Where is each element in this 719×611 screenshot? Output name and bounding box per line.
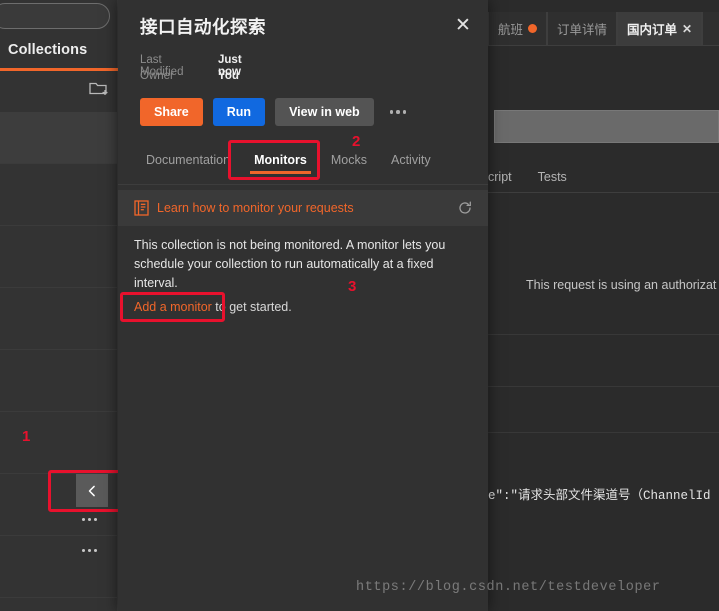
pane-divider-3 <box>488 432 719 433</box>
meta-owner-label-text: Owner <box>140 70 174 82</box>
book-icon <box>134 200 149 216</box>
pane-divider-2 <box>488 386 719 387</box>
sidebar-tab-underline <box>0 68 118 71</box>
list-item[interactable] <box>0 112 118 164</box>
request-tab-0[interactable]: 航班 <box>488 12 548 45</box>
refresh-icon[interactable] <box>458 201 472 215</box>
tab-mocks[interactable]: Mocks <box>319 146 379 174</box>
authorization-note: This request is using an authorizat <box>526 278 717 292</box>
sidebar-overflow-menu-2[interactable] <box>82 549 97 552</box>
pane-divider-1 <box>488 334 719 335</box>
url-input[interactable] <box>494 110 719 143</box>
list-item[interactable] <box>0 164 118 226</box>
collection-details-modal: ✕ 接口自动化探索 Last Modified Just now Owner Y… <box>118 0 488 611</box>
sub-tab-divider <box>488 192 719 193</box>
meta-owner-value: You <box>218 70 239 82</box>
list-item[interactable] <box>0 288 118 350</box>
learn-link[interactable]: Learn how to monitor your requests <box>157 201 354 215</box>
close-icon[interactable]: ✕ <box>453 16 473 36</box>
request-tab-bar: 航班 订单详情 国内订单 ✕ <box>488 12 719 45</box>
annotation-number-2: 2 <box>352 133 361 150</box>
share-button[interactable]: Share <box>140 98 203 126</box>
sidebar-tab-collections[interactable]: Collections <box>8 42 87 58</box>
list-item[interactable] <box>0 226 118 288</box>
close-tab-icon[interactable]: ✕ <box>682 22 692 36</box>
request-tab-2-label: 国内订单 <box>627 23 678 37</box>
tab-monitors[interactable]: Monitors <box>242 146 319 174</box>
code-line: e":"请求头部文件渠道号（ChannelId <box>488 489 711 503</box>
watermark: https://blog.csdn.net/testdeveloper <box>356 580 661 595</box>
collapse-sidebar-button[interactable] <box>76 474 108 507</box>
left-sidebar: Collections 1 <box>0 0 118 611</box>
tab-documentation[interactable]: Documentation <box>134 146 242 174</box>
run-button[interactable]: Run <box>212 98 266 126</box>
tab-tests[interactable]: Tests <box>538 170 567 184</box>
sidebar-tab-row: Collections <box>0 42 118 72</box>
tab-bar-divider <box>488 45 719 46</box>
sidebar-action-row <box>0 76 118 106</box>
request-tab-2[interactable]: 国内订单 ✕ <box>617 12 703 45</box>
monitors-empty-state: This collection is not being monitored. … <box>134 236 464 314</box>
ellipsis-icon[interactable] <box>389 110 407 114</box>
request-tab-1-label: 订单详情 <box>557 23 608 37</box>
request-tab-3[interactable] <box>702 12 719 45</box>
add-a-monitor-link[interactable]: Add a monitor <box>134 300 212 314</box>
list-item[interactable] <box>0 536 118 598</box>
modal-action-buttons: Share Run View in web <box>140 98 407 126</box>
add-a-monitor-rest: to get started. <box>211 300 292 314</box>
tab-activity[interactable]: Activity <box>379 146 443 174</box>
learn-banner: Learn how to monitor your requests <box>118 190 488 226</box>
app-window: 航班 订单详情 国内订单 ✕ cript Tests This request … <box>0 0 719 611</box>
background-request-pane: 航班 订单详情 国内订单 ✕ cript Tests This request … <box>488 0 719 611</box>
modal-tab-bar: Documentation Monitors Mocks Activity <box>118 146 488 178</box>
view-in-web-button[interactable]: View in web <box>275 98 374 126</box>
sidebar-overflow-menu-1[interactable] <box>82 518 97 521</box>
annotation-number-1: 1 <box>22 428 31 445</box>
request-tab-0-label: 航班 <box>498 23 524 37</box>
collections-list <box>0 112 118 598</box>
annotation-number-3: 3 <box>348 278 357 295</box>
tab-prerequest-script[interactable]: cript <box>488 170 512 184</box>
empty-state-cta: Add a monitor to get started. <box>134 300 292 314</box>
modal-tab-divider <box>118 184 488 185</box>
meta-owner-label: Owner <box>140 70 174 82</box>
modal-title: 接口自动化探索 <box>140 17 266 37</box>
list-item[interactable] <box>0 412 118 474</box>
unsaved-dot-icon <box>528 24 538 33</box>
new-folder-icon[interactable] <box>88 79 110 97</box>
request-sub-tabs: cript Tests <box>488 163 719 191</box>
list-item[interactable] <box>0 350 118 412</box>
request-tab-1[interactable]: 订单详情 <box>547 12 618 45</box>
empty-state-paragraph: This collection is not being monitored. … <box>134 238 446 290</box>
search-input[interactable] <box>0 3 110 29</box>
